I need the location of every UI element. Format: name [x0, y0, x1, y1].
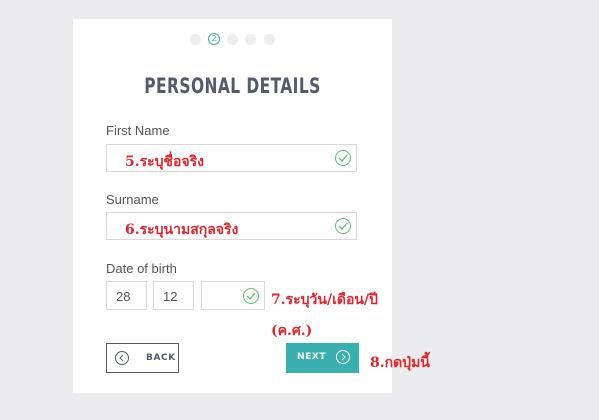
dob-label: Date of birth	[106, 261, 177, 276]
first-name-annotation: 5.ระบุชื่อจริง	[125, 154, 205, 170]
next-button-annotation: 8.กดปุ่มนี้	[370, 355, 430, 371]
step-dot-5[interactable]	[264, 34, 275, 45]
back-button[interactable]: BACK	[106, 343, 179, 373]
page-title: PERSONAL DETAILS	[144, 74, 321, 98]
form-card: 2 PERSONAL DETAILS First Name Surname Da…	[73, 19, 392, 393]
first-name-label: First Name	[106, 123, 170, 138]
next-button[interactable]: NEXT	[286, 343, 359, 373]
next-button-label: NEXT	[297, 352, 327, 362]
valid-check-icon	[335, 218, 351, 234]
dob-month-value: 12	[163, 289, 178, 304]
step-dot-4[interactable]	[245, 34, 256, 45]
surname-annotation: 6.ระบุนามสกุลจริง	[125, 222, 239, 238]
back-button-label: BACK	[146, 353, 176, 363]
dob-year-field[interactable]	[201, 281, 265, 310]
dob-day-value: 28	[116, 289, 131, 304]
chevron-right-icon	[336, 350, 350, 364]
dob-annotation-line2: (ค.ศ.)	[271, 323, 313, 339]
step-dot-1[interactable]	[190, 34, 201, 45]
dob-day-field[interactable]: 28	[106, 281, 147, 310]
step-dot-2-active[interactable]: 2	[208, 33, 220, 45]
dob-annotation-line1: 7.ระบุวัน/เดือน/ปี	[271, 292, 378, 308]
dob-month-field[interactable]: 12	[153, 281, 194, 310]
surname-label: Surname	[106, 192, 159, 207]
chevron-left-icon	[115, 351, 129, 365]
valid-check-icon	[243, 288, 259, 304]
step-dot-3[interactable]	[227, 34, 238, 45]
valid-check-icon	[335, 150, 351, 166]
